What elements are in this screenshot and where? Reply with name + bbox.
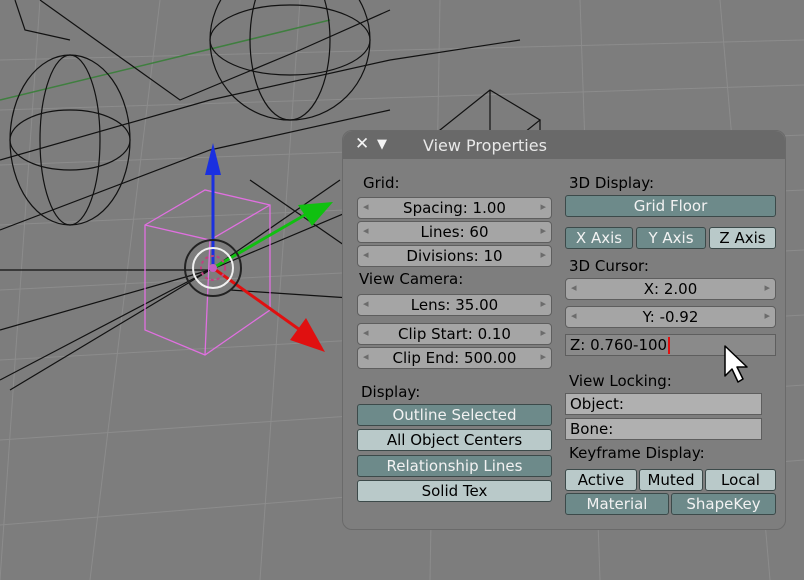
left-arrow-icon[interactable]: ◂ bbox=[363, 224, 369, 237]
view-camera-label: View Camera: bbox=[359, 270, 464, 288]
cursor-y-field[interactable]: ◂ Y: -0.92 ▸ bbox=[565, 306, 776, 328]
right-arrow-icon[interactable]: ▸ bbox=[764, 309, 770, 322]
cursor-z-value: Z: 0.760-100 bbox=[570, 336, 668, 354]
grid-divisions-value: Divisions: 10 bbox=[406, 247, 503, 265]
left-arrow-icon[interactable]: ◂ bbox=[363, 326, 369, 339]
keyframe-local-toggle[interactable]: Local bbox=[705, 469, 776, 491]
panel-header[interactable]: ✕ ▼ View Properties bbox=[343, 131, 785, 159]
cursor-x-field[interactable]: ◂ X: 2.00 ▸ bbox=[565, 278, 776, 300]
panel-title: View Properties bbox=[423, 136, 547, 155]
lens-field[interactable]: ◂ Lens: 35.00 ▸ bbox=[357, 294, 552, 316]
relationship-lines-toggle[interactable]: Relationship Lines bbox=[357, 455, 552, 477]
right-arrow-icon[interactable]: ▸ bbox=[540, 350, 546, 363]
grid-lines-value: Lines: 60 bbox=[420, 223, 489, 241]
view-lock-object-field[interactable]: Object: bbox=[565, 393, 762, 415]
right-arrow-icon[interactable]: ▸ bbox=[540, 224, 546, 237]
transform-widget[interactable] bbox=[184, 143, 333, 352]
right-arrow-icon[interactable]: ▸ bbox=[540, 200, 546, 213]
right-arrow-icon[interactable]: ▸ bbox=[540, 248, 546, 261]
left-arrow-icon[interactable]: ◂ bbox=[571, 309, 577, 322]
x-axis-toggle[interactable]: X Axis bbox=[565, 227, 633, 249]
clip-start-field[interactable]: ◂ Clip Start: 0.10 ▸ bbox=[357, 323, 552, 345]
grid-label: Grid: bbox=[363, 174, 400, 192]
clip-end-field[interactable]: ◂ Clip End: 500.00 ▸ bbox=[357, 347, 552, 369]
grid-lines-field[interactable]: ◂ Lines: 60 ▸ bbox=[357, 221, 552, 243]
left-arrow-icon[interactable]: ◂ bbox=[363, 350, 369, 363]
close-icon[interactable]: ✕ bbox=[355, 134, 369, 154]
cursor-y-value: Y: -0.92 bbox=[642, 308, 699, 326]
grid-floor-toggle[interactable]: Grid Floor bbox=[565, 195, 776, 217]
lens-value: Lens: 35.00 bbox=[410, 296, 499, 314]
keyframe-display-label: Keyframe Display: bbox=[569, 444, 705, 462]
mouse-pointer-icon bbox=[724, 345, 748, 383]
y-axis-toggle[interactable]: Y Axis bbox=[636, 227, 706, 249]
solid-tex-toggle[interactable]: Solid Tex bbox=[357, 480, 552, 502]
keyframe-shapekey-toggle[interactable]: ShapeKey bbox=[671, 493, 776, 515]
outline-selected-toggle[interactable]: Outline Selected bbox=[357, 404, 552, 426]
display-label: Display: bbox=[361, 383, 421, 401]
z-axis-toggle[interactable]: Z Axis bbox=[709, 227, 776, 249]
left-arrow-icon[interactable]: ◂ bbox=[363, 200, 369, 213]
keyframe-material-toggle[interactable]: Material bbox=[565, 493, 669, 515]
keyframe-muted-toggle[interactable]: Muted bbox=[639, 469, 703, 491]
view-lock-object-label: Object: bbox=[570, 395, 624, 413]
3d-display-label: 3D Display: bbox=[569, 174, 655, 192]
all-object-centers-toggle[interactable]: All Object Centers bbox=[357, 429, 552, 451]
right-arrow-icon[interactable]: ▸ bbox=[540, 297, 546, 310]
text-caret bbox=[668, 336, 671, 354]
view-lock-bone-label: Bone: bbox=[570, 420, 614, 438]
right-arrow-icon[interactable]: ▸ bbox=[764, 281, 770, 294]
grid-spacing-field[interactable]: ◂ Spacing: 1.00 ▸ bbox=[357, 197, 552, 219]
view-properties-panel: ✕ ▼ View Properties Grid: ◂ Spacing: 1.00… bbox=[342, 130, 786, 530]
selected-box bbox=[144, 189, 271, 356]
clip-start-value: Clip Start: 0.10 bbox=[398, 325, 511, 343]
cursor-x-value: X: 2.00 bbox=[643, 280, 698, 298]
left-arrow-icon[interactable]: ◂ bbox=[363, 248, 369, 261]
left-arrow-icon[interactable]: ◂ bbox=[571, 281, 577, 294]
collapse-triangle-icon[interactable]: ▼ bbox=[377, 137, 387, 152]
grid-spacing-value: Spacing: 1.00 bbox=[403, 199, 506, 217]
left-arrow-icon[interactable]: ◂ bbox=[363, 297, 369, 310]
right-arrow-icon[interactable]: ▸ bbox=[540, 326, 546, 339]
keyframe-active-toggle[interactable]: Active bbox=[565, 469, 637, 491]
view-lock-bone-field[interactable]: Bone: bbox=[565, 418, 762, 440]
clip-end-value: Clip End: 500.00 bbox=[392, 349, 517, 367]
3d-cursor-label: 3D Cursor: bbox=[569, 257, 649, 275]
grid-divisions-field[interactable]: ◂ Divisions: 10 ▸ bbox=[357, 245, 552, 267]
view-locking-label: View Locking: bbox=[569, 372, 672, 390]
